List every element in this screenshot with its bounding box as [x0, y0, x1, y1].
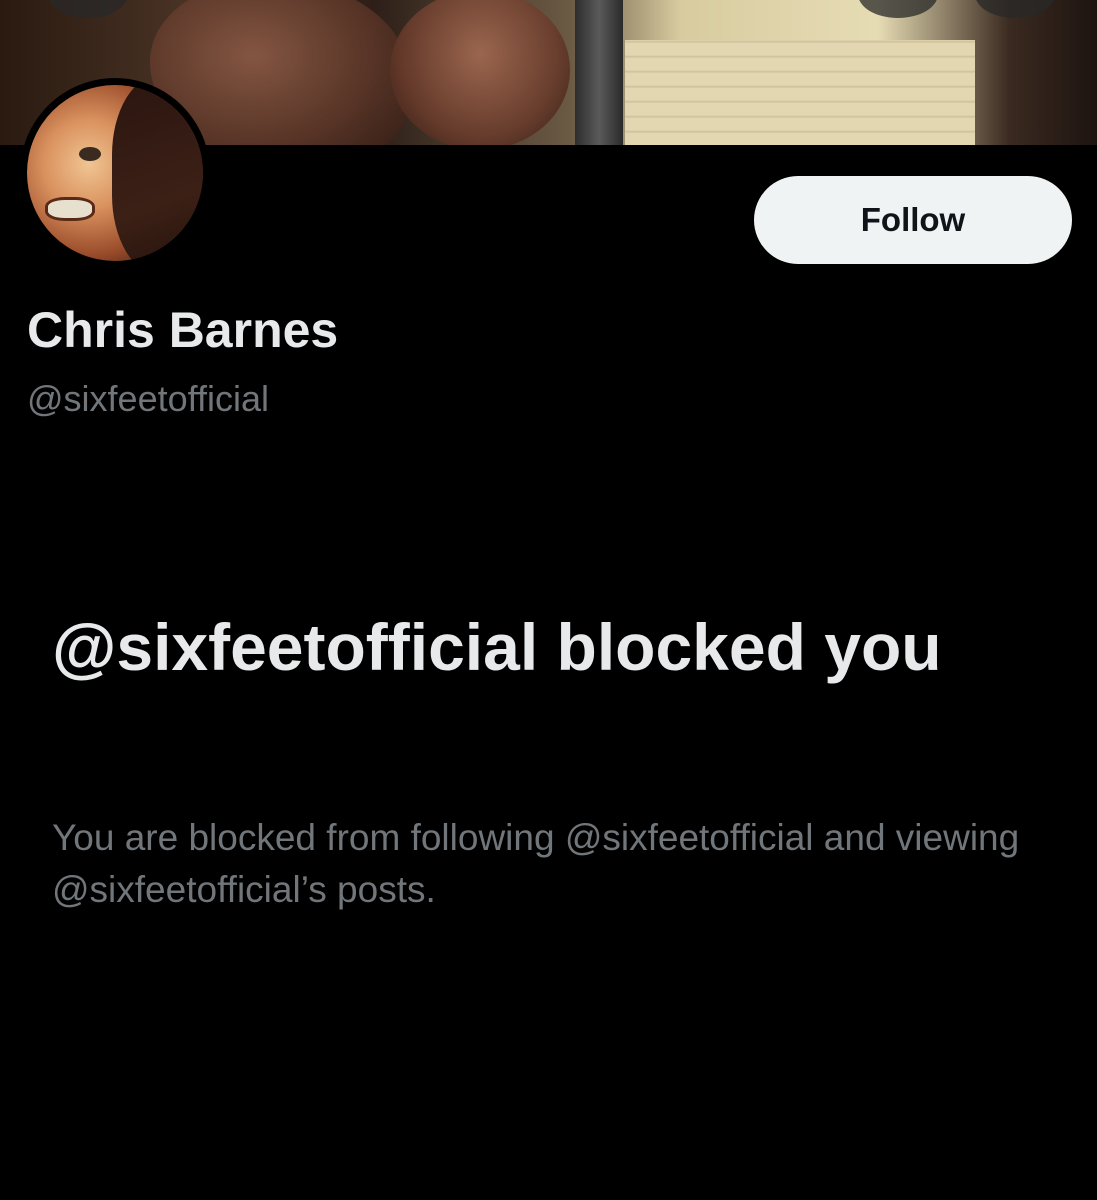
banner-pole	[575, 0, 623, 145]
avatar-mouth	[45, 197, 95, 221]
blocked-title: @sixfeetofficial blocked you	[52, 610, 942, 684]
profile-handle: @sixfeetofficial	[27, 378, 269, 419]
banner-figure-hands	[390, 0, 570, 145]
back-button-partial[interactable]	[48, 0, 128, 18]
banner-wall	[625, 40, 975, 145]
avatar-hair	[112, 85, 203, 261]
follow-button[interactable]: Follow	[754, 176, 1072, 264]
blocked-description: You are blocked from following @sixfeeto…	[52, 817, 1020, 910]
search-button-partial[interactable]	[858, 0, 938, 18]
avatar-eye	[79, 147, 101, 161]
more-options-button-partial[interactable]	[975, 0, 1055, 18]
avatar-image	[27, 85, 203, 261]
display-name: Chris Barnes	[27, 302, 339, 358]
avatar[interactable]	[20, 78, 210, 268]
